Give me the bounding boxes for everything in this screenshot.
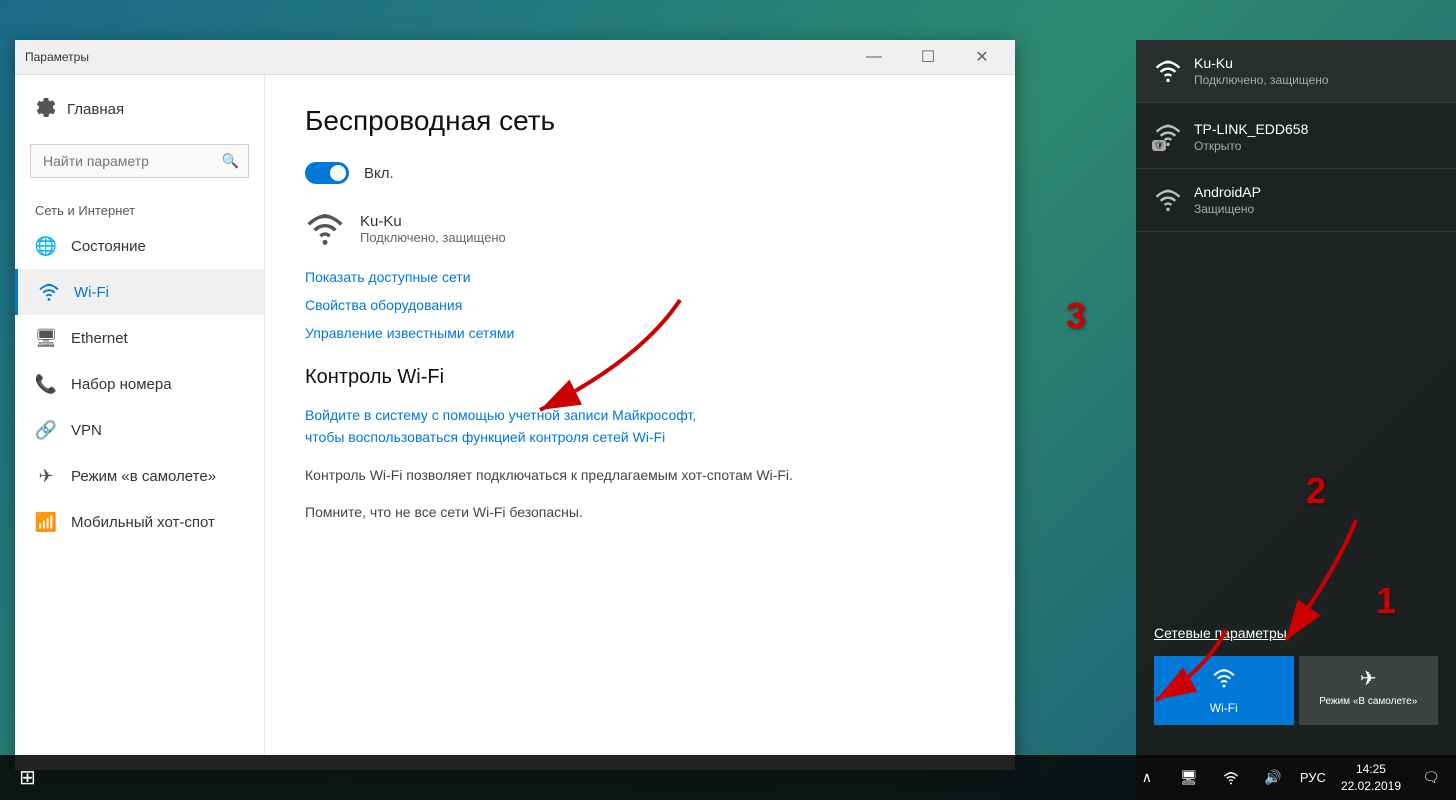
sidebar-item-dialup[interactable]: 📞 Набор номера: [15, 361, 264, 407]
arrow-1-svg: [1126, 620, 1276, 720]
wifi-icon: [38, 281, 60, 303]
flyout-net-name-kuku: Ku-Ku: [1194, 55, 1329, 71]
airplane-quick-action-button[interactable]: ✈ Режим «В самолете»: [1299, 656, 1439, 725]
nav-label-dialup: Набор номера: [71, 376, 172, 393]
nav-label-status: Состояние: [71, 238, 146, 255]
arrow-3-svg: [440, 280, 720, 440]
wifi-toggle[interactable]: [305, 162, 349, 184]
flyout-net-status-kuku: Подключено, защищено: [1194, 73, 1329, 87]
taskbar-notification-icon[interactable]: 🗨: [1411, 755, 1451, 800]
nav-label-vpn: VPN: [71, 422, 102, 439]
sidebar-item-hotspot[interactable]: 📶 Мобильный хот-спот: [15, 499, 264, 545]
ethernet-icon: 🖥: [35, 327, 57, 349]
flyout-wifi-icon-tplink: 🛡: [1154, 121, 1182, 149]
flyout-net-name-tplink: TP-LINK_EDD658: [1194, 121, 1308, 137]
nav-label-wifi: Wi-Fi: [74, 284, 109, 301]
minimize-button[interactable]: —: [851, 40, 897, 75]
sidebar-item-ethernet[interactable]: 🖥 Ethernet: [15, 315, 264, 361]
flyout-net-status-tplink: Открыто: [1194, 139, 1308, 153]
sidebar-home-button[interactable]: Главная: [15, 85, 264, 134]
taskbar-wifi-icon[interactable]: [1211, 755, 1251, 800]
taskbar-monitor-icon[interactable]: 🖥: [1169, 755, 1209, 800]
annotation-1: 1: [1376, 580, 1396, 622]
flyout-wifi-icon-kuku: [1154, 57, 1182, 85]
search-box: 🔍: [30, 144, 249, 178]
maximize-button[interactable]: ☐: [905, 40, 951, 75]
wifi-control-info2: Помните, что не все сети Wi-Fi безопасны…: [305, 501, 975, 523]
nav-label-hotspot: Мобильный хот-спот: [71, 514, 215, 531]
flyout-network-info-androidap: AndroidAP Защищено: [1194, 184, 1261, 216]
network-card: Ku-Ku Подключено, защищено: [305, 209, 975, 249]
flyout-network-info-kuku: Ku-Ku Подключено, защищено: [1194, 55, 1329, 87]
search-icon: 🔍: [222, 153, 239, 170]
page-title: Беспроводная сеть: [305, 105, 975, 137]
taskbar-left: ⊞: [0, 755, 50, 800]
sidebar: Главная 🔍 Сеть и Интернет 🌐 Состояние: [15, 75, 265, 770]
airplane-quick-icon: ✈: [1360, 666, 1377, 691]
taskbar-clock[interactable]: 14:25 22.02.2019: [1333, 755, 1409, 800]
system-tray-expand[interactable]: ∧: [1127, 755, 1167, 800]
network-info: Ku-Ku Подключено, защищено: [360, 213, 506, 245]
sidebar-home-label: Главная: [67, 101, 124, 118]
title-bar-controls: — ☐ ✕: [851, 47, 1005, 68]
flyout-network-kuku[interactable]: Ku-Ku Подключено, защищено: [1136, 40, 1456, 103]
taskbar: ⊞ ∧ 🖥 🔊 РУС 14:25 22.02.2019 🗨: [0, 755, 1456, 800]
flyout-net-status-androidap: Защищено: [1194, 202, 1261, 216]
taskbar-time: 14:25: [1356, 761, 1386, 778]
vpn-icon: 🔗: [35, 419, 57, 441]
taskbar-date: 22.02.2019: [1341, 778, 1401, 795]
sidebar-item-airplane[interactable]: ✈ Режим «в самолете»: [15, 453, 264, 499]
flyout-network-androidap[interactable]: AndroidAP Защищено: [1136, 169, 1456, 232]
flyout-network-info-tplink: TP-LINK_EDD658 Открыто: [1194, 121, 1308, 153]
gear-icon: [35, 97, 55, 122]
start-button[interactable]: ⊞: [5, 755, 50, 800]
network-name: Ku-Ku: [360, 213, 506, 230]
flyout-net-name-androidap: AndroidAP: [1194, 184, 1261, 200]
taskbar-language[interactable]: РУС: [1295, 770, 1331, 785]
lock-badge-tplink: 🛡: [1152, 140, 1166, 151]
airplane-quick-label: Режим «В самолете»: [1319, 696, 1417, 707]
hotspot-icon: 📶: [35, 511, 57, 533]
flyout-network-tplink[interactable]: 🛡 TP-LINK_EDD658 Открыто: [1136, 103, 1456, 169]
toggle-label: Вкл.: [364, 165, 394, 182]
window-title: Параметры: [25, 50, 89, 64]
sidebar-item-vpn[interactable]: 🔗 VPN: [15, 407, 264, 453]
sidebar-item-status[interactable]: 🌐 Состояние: [15, 223, 264, 269]
annotation-2: 2: [1306, 470, 1326, 512]
toggle-row: Вкл.: [305, 162, 975, 184]
sidebar-section-header: Сеть и Интернет: [15, 188, 264, 223]
close-button[interactable]: ✕: [959, 40, 1005, 75]
desktop: Параметры — ☐ ✕ Главная: [0, 0, 1456, 800]
annotation-3: 3: [1066, 295, 1086, 337]
nav-label-airplane: Режим «в самолете»: [71, 468, 216, 485]
sidebar-item-wifi[interactable]: Wi-Fi: [15, 269, 264, 315]
network-status: Подключено, защищено: [360, 230, 506, 245]
search-input[interactable]: [30, 144, 249, 178]
taskbar-right: ∧ 🖥 🔊 РУС 14:25 22.02.2019 🗨: [1127, 755, 1456, 800]
flyout-wifi-icon-androidap: [1154, 186, 1182, 214]
title-bar: Параметры — ☐ ✕: [15, 40, 1015, 75]
nav-label-ethernet: Ethernet: [71, 330, 128, 347]
airplane-icon: ✈: [35, 465, 57, 487]
phone-icon: 📞: [35, 373, 57, 395]
wifi-control-info1: Контроль Wi-Fi позволяет подключаться к …: [305, 464, 975, 486]
globe-icon: 🌐: [35, 235, 57, 257]
taskbar-volume-icon[interactable]: 🔊: [1253, 755, 1293, 800]
